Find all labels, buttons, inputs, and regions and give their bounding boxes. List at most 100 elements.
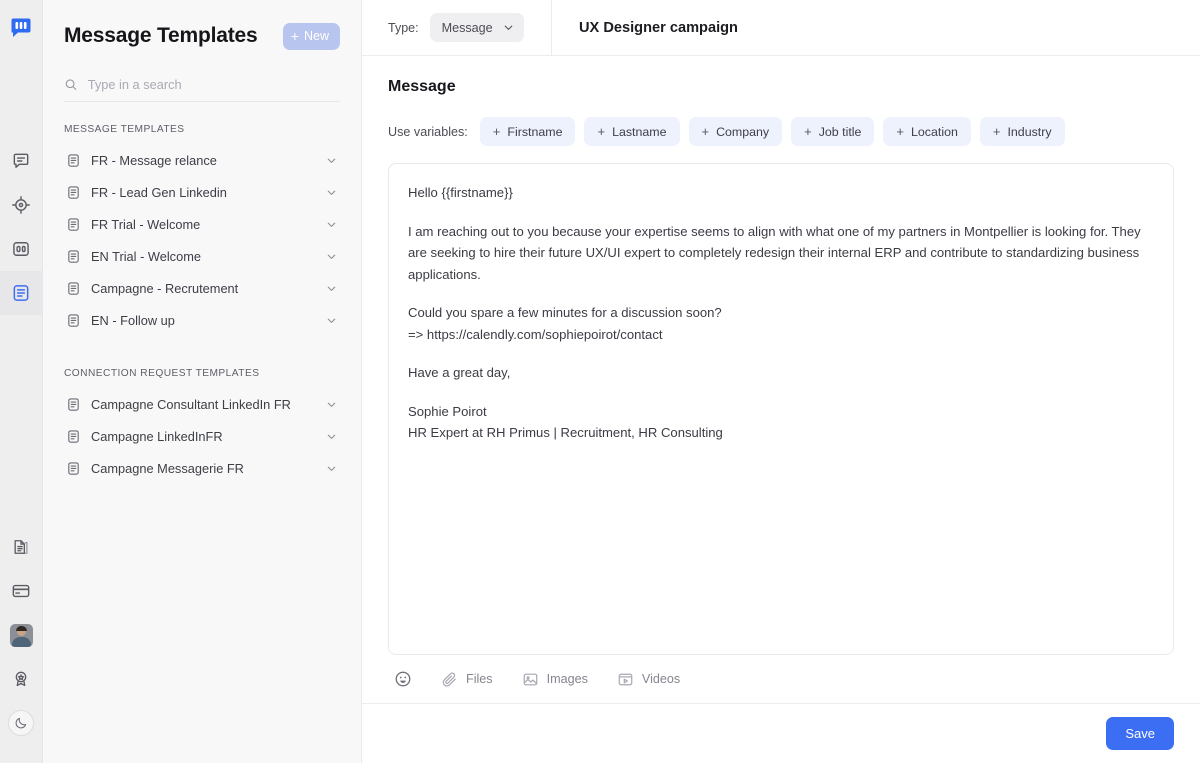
chevron-down-icon — [504, 25, 513, 30]
rail-item-billing[interactable] — [0, 569, 43, 613]
credit-card-icon — [12, 584, 30, 598]
campaign-title: UX Designer campaign — [579, 19, 738, 36]
message-line: Sophie Poirot — [408, 403, 487, 419]
type-dropdown[interactable]: Message — [429, 13, 524, 42]
chevron-down-icon[interactable] — [325, 186, 338, 199]
list-item[interactable]: Campagne LinkedInFR — [57, 420, 347, 452]
list-item[interactable]: FR - Lead Gen Linkedin — [57, 176, 347, 208]
document-icon — [66, 313, 81, 328]
new-template-label: New — [303, 29, 329, 43]
logo-speech-bubble-icon — [11, 18, 31, 37]
variable-chip-lastname[interactable]: + Lastname — [584, 117, 680, 146]
chevron-down-icon[interactable] — [325, 462, 338, 475]
section-label-message-templates: MESSAGE TEMPLATES — [64, 124, 185, 135]
list-item-label: EN Trial - Welcome — [91, 248, 201, 264]
list-item[interactable]: Campagne Consultant LinkedIn FR — [57, 388, 347, 420]
plus-icon: + — [492, 124, 501, 139]
document-icon — [66, 249, 81, 264]
variable-chip-label: Industry — [1007, 124, 1052, 139]
variable-chip-company[interactable]: + Company — [688, 117, 783, 146]
video-icon — [618, 673, 633, 685]
avatar-icon — [9, 623, 33, 647]
attachment-toolbar: Files Images Videos — [388, 655, 1174, 703]
message-line: I am reaching out to you because your ex… — [408, 223, 1141, 282]
files-label: Files — [466, 672, 493, 686]
main-panel: Type: Message UX Designer campaign Messa… — [362, 0, 1200, 763]
main-topbar: Type: Message UX Designer campaign — [362, 0, 1200, 56]
videos-label: Videos — [641, 672, 681, 686]
search-input[interactable] — [87, 77, 340, 92]
type-label: Type: — [388, 20, 419, 35]
new-template-button[interactable]: + New — [282, 22, 340, 50]
list-item[interactable]: FR - Message relance — [57, 144, 347, 176]
message-line: Have a great day, — [408, 365, 511, 380]
variable-chip-label: Location — [911, 124, 958, 139]
document-icon — [66, 217, 81, 232]
moon-icon — [8, 710, 34, 736]
main-footer: Save — [362, 703, 1200, 763]
plus-icon: + — [896, 124, 905, 139]
files-button[interactable]: Files — [441, 671, 493, 688]
chevron-down-icon[interactable] — [325, 250, 338, 263]
message-editor[interactable]: Hello {{firstname}} I am reaching out to… — [388, 163, 1174, 655]
list-item-label: FR Trial - Welcome — [91, 216, 201, 232]
rail-item-rewards[interactable] — [0, 657, 43, 701]
rail-item-templates[interactable] — [0, 271, 43, 315]
message-line: => https://calendly.com/sophiepoirot/con… — [408, 326, 663, 342]
chevron-down-icon[interactable] — [325, 154, 338, 167]
emoji-button[interactable] — [394, 670, 412, 688]
plus-icon: + — [290, 28, 299, 44]
rail-item-documents[interactable] — [0, 525, 43, 569]
sidebar-header: Message Templates + New — [43, 0, 361, 56]
emoji-icon — [395, 671, 411, 687]
connection-request-templates-list: Campagne Consultant LinkedIn FR Campagne… — [43, 388, 361, 484]
list-item[interactable]: Campagne - Recrutement — [57, 272, 347, 304]
variable-chip-industry[interactable]: + Industry — [979, 117, 1065, 146]
list-item[interactable]: EN - Follow up — [57, 304, 347, 336]
message-templates-list: FR - Message relance FR - Lead Gen Linke… — [43, 144, 361, 336]
plus-icon: + — [701, 124, 710, 139]
list-item-label: Campagne Messagerie FR — [91, 460, 244, 476]
variable-chip-label: Lastname — [612, 124, 667, 139]
chevron-down-icon[interactable] — [325, 398, 338, 411]
document-icon — [66, 281, 81, 296]
list-item[interactable]: EN Trial - Welcome — [57, 240, 347, 272]
chevron-down-icon[interactable] — [325, 218, 338, 231]
rail-item-profile[interactable] — [0, 613, 43, 657]
save-button[interactable]: Save — [1106, 717, 1174, 750]
list-item-label: Campagne Consultant LinkedIn FR — [91, 396, 291, 412]
documents-icon — [14, 540, 28, 554]
list-item-label: Campagne LinkedInFR — [91, 428, 223, 444]
document-icon — [66, 185, 81, 200]
variables-row: Use variables: + Firstname + Lastname + … — [388, 117, 1174, 146]
contacts-icon — [13, 242, 29, 256]
list-item[interactable]: FR Trial - Welcome — [57, 208, 347, 240]
plus-icon: + — [992, 124, 1001, 139]
rail-item-contacts[interactable] — [0, 227, 43, 271]
templates-icon — [13, 285, 29, 301]
message-line: Hello {{firstname}} — [408, 185, 513, 200]
variables-label: Use variables: — [388, 124, 468, 139]
variable-chip-label: Company — [716, 124, 770, 139]
chat-bubble-icon — [13, 153, 29, 168]
page-title: Message Templates — [64, 24, 258, 47]
rail-item-campaigns[interactable] — [0, 183, 43, 227]
variable-chip-label: Job title — [818, 124, 862, 139]
rail-item-dark-mode[interactable] — [0, 701, 43, 745]
variable-chip-firstname[interactable]: + Firstname — [479, 117, 576, 146]
chevron-down-icon[interactable] — [325, 430, 338, 443]
type-dropdown-value: Message — [441, 20, 493, 35]
videos-button[interactable]: Videos — [617, 671, 680, 688]
variable-chip-job-title[interactable]: + Job title — [791, 117, 875, 146]
target-icon — [12, 196, 30, 214]
chevron-down-icon[interactable] — [325, 314, 338, 327]
chevron-down-icon[interactable] — [325, 282, 338, 295]
app-logo[interactable] — [9, 16, 33, 45]
search-container[interactable] — [64, 77, 340, 102]
list-item[interactable]: Campagne Messagerie FR — [57, 452, 347, 484]
document-icon — [66, 397, 81, 412]
variable-chip-location[interactable]: + Location — [883, 117, 971, 146]
images-button[interactable]: Images — [522, 671, 588, 688]
search-icon — [65, 79, 77, 90]
rail-item-messages[interactable] — [0, 139, 43, 183]
